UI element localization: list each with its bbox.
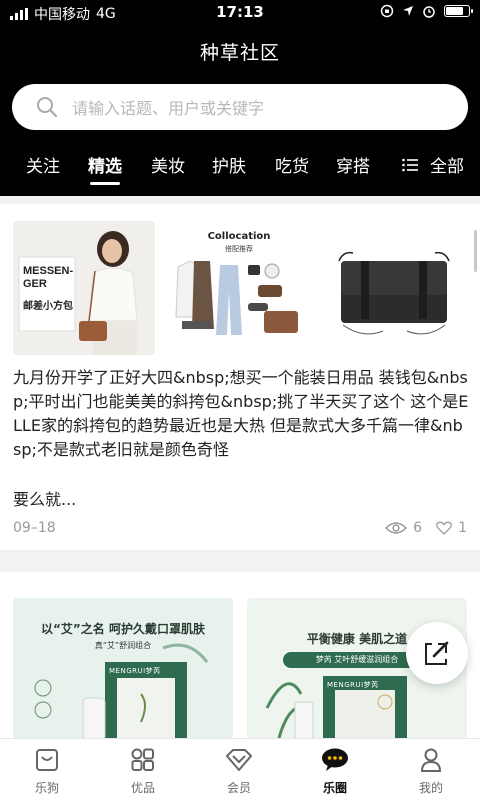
- diamond-icon: [226, 749, 252, 771]
- location-icon: [403, 6, 413, 16]
- tab-featured[interactable]: 精选: [88, 152, 122, 185]
- messenger-line-1: MESSEN-: [23, 265, 74, 277]
- post-image-messenger[interactable]: MESSEN- GER 邮差小方包: [13, 221, 155, 355]
- person-icon: [420, 748, 442, 772]
- rotation-lock-icon: [380, 4, 394, 18]
- search-placeholder: 请输入话题、用户或关键字: [72, 99, 265, 118]
- post-image-collocation[interactable]: Collocation 搭配推荐: [168, 221, 310, 355]
- nav-label: 乐狗: [34, 781, 59, 795]
- likes-count: 1: [458, 520, 467, 536]
- compose-button[interactable]: [406, 622, 468, 684]
- nav-label: 优品: [130, 781, 155, 795]
- messenger-text: MESSEN- GER: [23, 265, 73, 291]
- bag-icon: [36, 749, 58, 771]
- header: 中国移动 4G 17:13 种草社区 请输入话题、用户或关键字 关注 精选 美妆…: [0, 0, 480, 196]
- scrollbar[interactable]: [474, 230, 477, 272]
- nav-item-youpin[interactable]: 优品: [108, 745, 178, 796]
- post-date: 09–18: [13, 520, 56, 536]
- page-title: 种草社区: [199, 42, 280, 64]
- nav-label: 我的: [418, 781, 443, 795]
- post-more-text[interactable]: 要么就...: [13, 486, 76, 510]
- bag-photo: [323, 221, 465, 355]
- battery-icon: [444, 5, 473, 17]
- nav-label: 会员: [226, 781, 251, 795]
- status-bar: 中国移动 4G 17:13: [0, 0, 480, 26]
- post-image-crossbody-bag[interactable]: [323, 221, 465, 355]
- nav-item-lequan[interactable]: 乐圈: [300, 745, 370, 796]
- outfit-illustration: [175, 260, 298, 335]
- nav-item-legou[interactable]: 乐狗: [12, 745, 82, 796]
- tab-follow[interactable]: 关注: [26, 152, 60, 177]
- bottom-nav: 乐狗 优品 会员 乐圈 我的: [0, 738, 480, 800]
- category-tabs: 关注 精选 美妆 护肤 吃货 穿搭 全部: [0, 152, 480, 188]
- tab-makeup[interactable]: 美妆: [151, 152, 185, 177]
- chat-bubble-icon: [322, 748, 348, 771]
- app-screen: 中国移动 4G 17:13 种草社区 请输入话题、用户或关键字 关注 精选 美妆…: [0, 0, 480, 800]
- views-count: 6: [413, 520, 423, 536]
- all-label: 全部: [430, 157, 464, 177]
- post-meta: 09–18 6 1: [13, 520, 467, 540]
- nav-label: 乐圈: [322, 781, 347, 795]
- edit-icon: [425, 641, 449, 665]
- alarm-icon: [423, 6, 435, 18]
- list-icon: [402, 158, 418, 171]
- promo-image-mugwort[interactable]: 以“艾”之名 呵护久戴口罩肌肤 真“艾”舒润组合 MENGRUI梦芮: [13, 598, 233, 740]
- tab-foodie[interactable]: 吃货: [275, 152, 309, 177]
- tab-outfit[interactable]: 穿搭: [336, 152, 370, 177]
- search-input[interactable]: 请输入话题、用户或关键字: [12, 84, 468, 130]
- messenger-subtitle: 邮差小方包: [23, 301, 73, 312]
- nav-item-member[interactable]: 会员: [204, 745, 274, 796]
- all-categories-button[interactable]: 全部: [402, 152, 464, 177]
- promo-brand: MENGRUI梦芮: [109, 667, 161, 675]
- post-card[interactable]: MESSEN- GER 邮差小方包 Collocation 搭配推荐 九月份开学…: [0, 204, 480, 550]
- search-icon: [37, 97, 58, 118]
- views-icon: [385, 522, 408, 534]
- post-text: 九月份开学了正好大四&nbsp;想买一个能装日用品 装钱包&nbsp;平时出门也…: [13, 368, 469, 459]
- promo-brand: MENGRUI梦芮: [327, 681, 379, 689]
- messenger-line-2: GER: [23, 278, 47, 290]
- nav-item-mine[interactable]: 我的: [396, 745, 466, 796]
- heart-icon[interactable]: [436, 521, 452, 535]
- grid-icon: [131, 748, 154, 771]
- tab-skincare[interactable]: 护肤: [212, 152, 246, 177]
- post-images: MESSEN- GER 邮差小方包 Collocation 搭配推荐: [13, 221, 465, 355]
